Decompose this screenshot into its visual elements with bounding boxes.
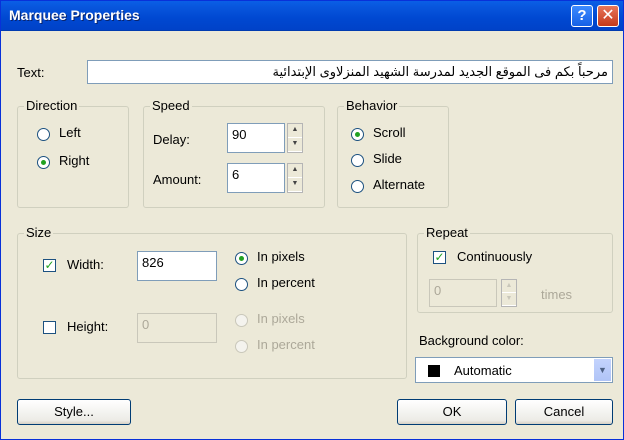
height-checkbox[interactable] bbox=[43, 321, 56, 334]
behavior-scroll-label: Scroll bbox=[373, 125, 406, 140]
height-in-pixels-radio[interactable] bbox=[235, 314, 248, 327]
direction-right-label: Right bbox=[59, 153, 90, 168]
color-swatch bbox=[428, 365, 440, 377]
width-in-percent-label: In percent bbox=[257, 275, 315, 290]
width-input[interactable]: 826 bbox=[137, 251, 217, 281]
width-in-pixels-label: In pixels bbox=[257, 249, 305, 264]
behavior-alternate-radio[interactable] bbox=[351, 180, 364, 193]
behavior-group-title: Behavior bbox=[344, 98, 400, 113]
chevron-down-icon[interactable]: ▼ bbox=[593, 359, 611, 381]
repeat-times-input[interactable]: 0 bbox=[429, 279, 497, 307]
spin-down-icon[interactable]: ▼ bbox=[288, 178, 302, 192]
spin-up-icon[interactable]: ▲ bbox=[288, 164, 302, 178]
background-color-value: Automatic bbox=[454, 363, 512, 378]
window-title: Marquee Properties bbox=[9, 7, 140, 23]
direction-left-label: Left bbox=[59, 125, 81, 140]
repeat-group-title: Repeat bbox=[424, 225, 470, 240]
ok-button[interactable]: OK bbox=[397, 399, 507, 425]
spin-down-icon[interactable]: ▼ bbox=[502, 293, 516, 306]
delay-input[interactable]: 90 bbox=[227, 123, 285, 153]
height-in-pixels-label: In pixels bbox=[257, 311, 305, 326]
direction-left-radio[interactable] bbox=[37, 128, 50, 141]
spin-up-icon[interactable]: ▲ bbox=[502, 280, 516, 293]
help-icon[interactable]: ? bbox=[571, 5, 593, 27]
height-input[interactable]: 0 bbox=[137, 313, 217, 343]
behavior-slide-label: Slide bbox=[373, 151, 402, 166]
amount-label: Amount: bbox=[153, 172, 202, 187]
background-color-select[interactable]: Automatic ▼ bbox=[415, 357, 613, 383]
repeat-times-spinner[interactable]: ▲ ▼ bbox=[501, 279, 517, 307]
marquee-properties-dialog: Marquee Properties ? ✕ Text: مرحباً بكم … bbox=[0, 0, 624, 440]
height-label: Height: bbox=[67, 319, 109, 334]
width-in-pixels-radio[interactable] bbox=[235, 252, 248, 265]
delay-label: Delay: bbox=[153, 132, 190, 147]
spin-down-icon[interactable]: ▼ bbox=[288, 138, 302, 152]
size-group-title: Size bbox=[24, 225, 54, 240]
speed-group-title: Speed bbox=[150, 98, 192, 113]
marquee-text-input[interactable]: مرحباً بكم فى الموقع الجديد لمدرسة الشهي… bbox=[87, 60, 613, 84]
height-in-percent-radio[interactable] bbox=[235, 340, 248, 353]
direction-right-radio[interactable] bbox=[37, 156, 50, 169]
width-label: Width: bbox=[67, 257, 104, 272]
behavior-alternate-label: Alternate bbox=[373, 177, 426, 192]
continuously-label: Continuously bbox=[457, 249, 533, 264]
behavior-slide-radio[interactable] bbox=[351, 154, 364, 167]
width-in-percent-radio[interactable] bbox=[235, 278, 248, 291]
direction-group-title: Direction bbox=[24, 98, 80, 113]
close-icon[interactable]: ✕ bbox=[597, 5, 619, 27]
height-in-percent-label: In percent bbox=[257, 337, 315, 352]
continuously-checkbox[interactable]: ✓ bbox=[433, 251, 446, 264]
behavior-scroll-radio[interactable] bbox=[351, 128, 364, 141]
times-label: times bbox=[541, 287, 573, 302]
width-checkbox[interactable]: ✓ bbox=[43, 259, 56, 272]
style-button[interactable]: Style... bbox=[17, 399, 131, 425]
amount-input[interactable]: 6 bbox=[227, 163, 285, 193]
title-bar[interactable]: Marquee Properties ? ✕ bbox=[1, 1, 623, 31]
amount-spinner[interactable]: ▲ ▼ bbox=[287, 163, 303, 193]
spin-up-icon[interactable]: ▲ bbox=[288, 124, 302, 138]
cancel-button[interactable]: Cancel bbox=[515, 399, 613, 425]
background-color-label: Background color: bbox=[419, 333, 524, 348]
delay-spinner[interactable]: ▲ ▼ bbox=[287, 123, 303, 153]
text-label: Text: bbox=[17, 65, 45, 80]
